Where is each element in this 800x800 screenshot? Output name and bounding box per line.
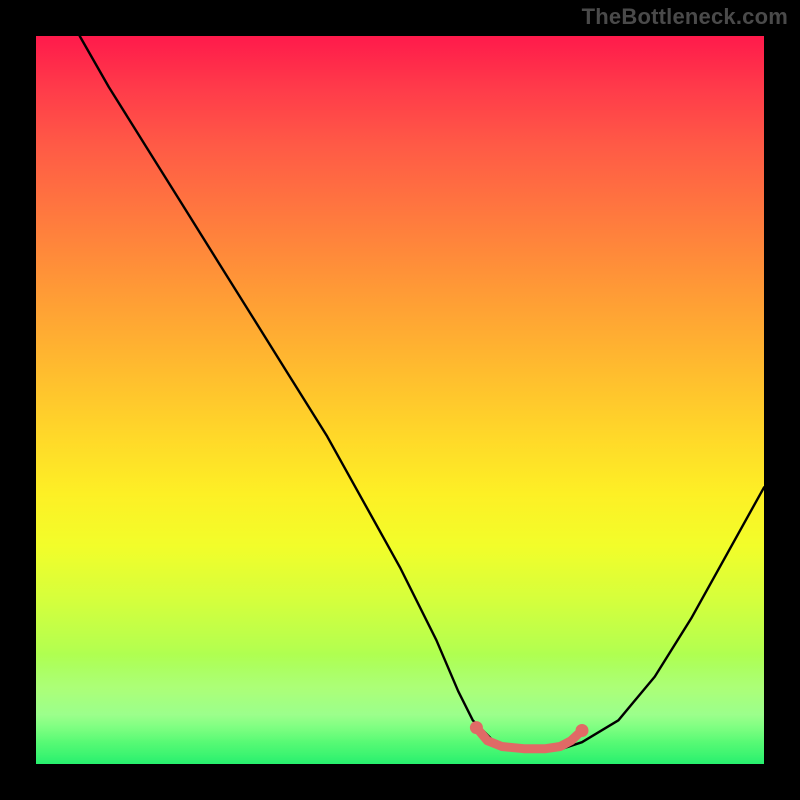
- watermark-text: TheBottleneck.com: [582, 4, 788, 30]
- flat-minimum-highlight: [476, 728, 582, 749]
- bottleneck-curve-svg: [36, 36, 764, 764]
- highlight-endpoint-dot: [576, 724, 589, 737]
- plot-area: [36, 36, 764, 764]
- chart-frame: TheBottleneck.com: [0, 0, 800, 800]
- bottleneck-curve-path: [80, 36, 764, 749]
- highlight-endpoint-dot: [470, 721, 483, 734]
